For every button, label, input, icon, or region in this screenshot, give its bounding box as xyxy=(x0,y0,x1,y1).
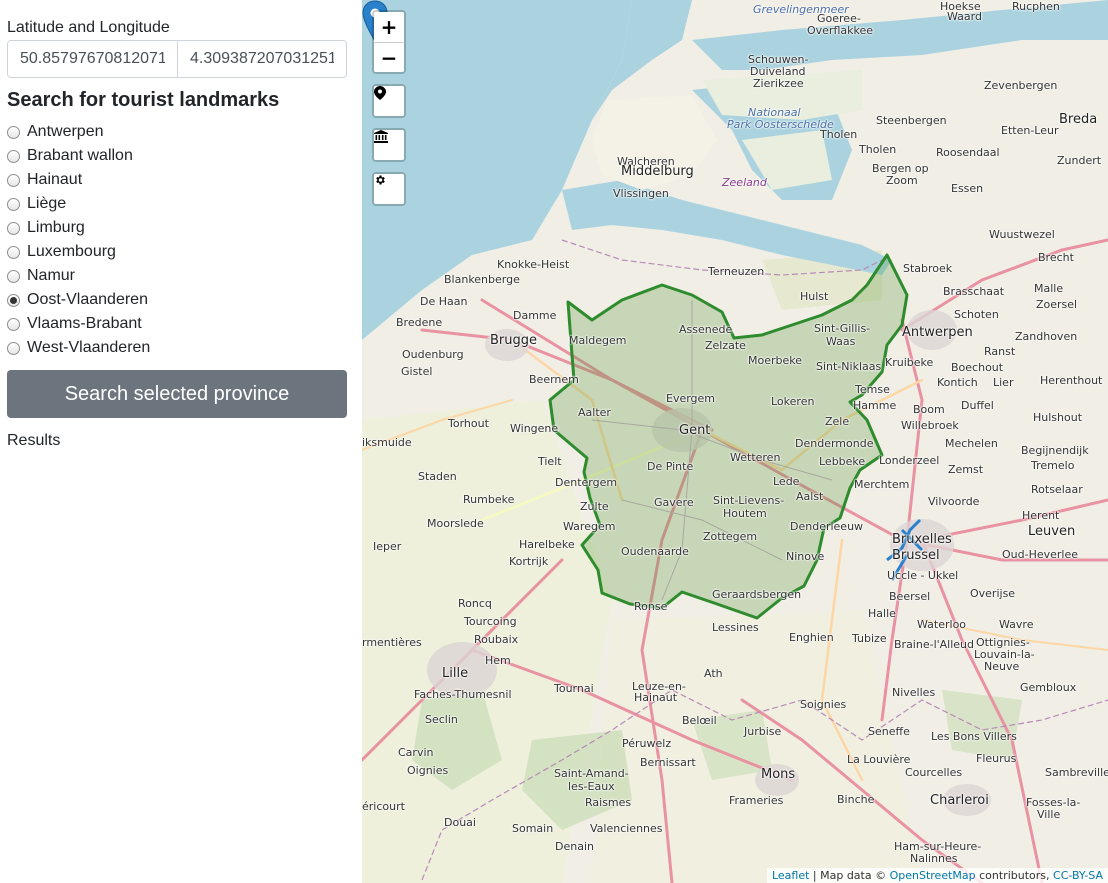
province-label: Hainaut xyxy=(27,171,83,188)
province-option[interactable]: Hainaut xyxy=(7,168,150,192)
longitude-input[interactable] xyxy=(177,41,346,77)
search-heading: Search for tourist landmarks xyxy=(7,89,280,111)
province-option[interactable]: Brabant wallon xyxy=(7,144,150,168)
province-option[interactable]: Limburg xyxy=(7,216,150,240)
province-option[interactable]: Luxembourg xyxy=(7,240,150,264)
province-option[interactable]: Liège xyxy=(7,192,150,216)
attribution-separator: | Map data © xyxy=(809,869,890,882)
province-radio[interactable] xyxy=(7,341,20,355)
province-radio[interactable] xyxy=(7,173,20,187)
attribution-contributors: contributors, xyxy=(975,869,1054,882)
province-option[interactable]: Antwerpen xyxy=(7,120,150,144)
marker-control xyxy=(372,84,406,118)
app-root: Latitude and Longitude Search for touris… xyxy=(0,0,1108,883)
province-radio[interactable] xyxy=(7,269,20,283)
province-radio[interactable] xyxy=(7,317,20,331)
landmark-control xyxy=(372,128,406,162)
province-label: Oost-Vlaanderen xyxy=(27,291,148,308)
coordinates-label: Latitude and Longitude xyxy=(7,19,170,36)
gear-icon xyxy=(376,175,385,185)
openstreetmap-link[interactable]: OpenStreetMap xyxy=(890,869,976,882)
province-list: Antwerpen Brabant wallon Hainaut Liège Limbu… xyxy=(7,120,150,360)
map-tiles xyxy=(362,0,1108,883)
province-option[interactable]: Vlaams-Brabant xyxy=(7,312,150,336)
province-label: Limburg xyxy=(27,219,85,236)
sidebar: Latitude and Longitude Search for touris… xyxy=(0,0,362,883)
province-label: Liège xyxy=(27,195,67,212)
province-option[interactable]: Namur xyxy=(7,264,150,288)
province-label: Antwerpen xyxy=(27,123,104,140)
province-label: Namur xyxy=(27,267,76,284)
landmark-button[interactable] xyxy=(374,130,404,160)
province-radio[interactable] xyxy=(7,293,20,307)
coordinates-input-group xyxy=(7,40,347,78)
map-marker-button[interactable] xyxy=(374,86,404,116)
province-radio[interactable] xyxy=(7,221,20,235)
map-view[interactable]: Grevelingenmeer Goeree- Overflakkee Hoekse W… xyxy=(362,0,1108,883)
latitude-input[interactable] xyxy=(8,41,177,77)
province-label: Luxembourg xyxy=(27,243,116,260)
leaflet-link[interactable]: Leaflet xyxy=(772,869,809,882)
zoom-control: + − xyxy=(372,10,406,74)
province-radio[interactable] xyxy=(7,197,20,211)
map-attribution: Leaflet | Map data © OpenStreetMap contr… xyxy=(766,868,1108,883)
province-radio[interactable] xyxy=(7,149,20,163)
province-radio[interactable] xyxy=(7,245,20,259)
zoom-out-button[interactable]: − xyxy=(374,42,404,72)
license-link[interactable]: CC-BY-SA xyxy=(1053,869,1103,882)
settings-control xyxy=(372,172,406,206)
province-label: Vlaams-Brabant xyxy=(27,315,142,332)
search-province-button[interactable]: Search selected province xyxy=(7,370,347,418)
province-option[interactable]: Oost-Vlaanderen xyxy=(7,288,150,312)
province-label: West-Vlaanderen xyxy=(27,339,151,356)
settings-button[interactable] xyxy=(374,174,404,204)
results-label: Results xyxy=(7,432,61,449)
province-option[interactable]: West-Vlaanderen xyxy=(7,336,150,360)
province-radio[interactable] xyxy=(7,125,20,139)
landmark-icon xyxy=(374,130,388,143)
map-marker-icon xyxy=(374,86,386,100)
province-label: Brabant wallon xyxy=(27,147,133,164)
zoom-in-button[interactable]: + xyxy=(374,12,404,42)
